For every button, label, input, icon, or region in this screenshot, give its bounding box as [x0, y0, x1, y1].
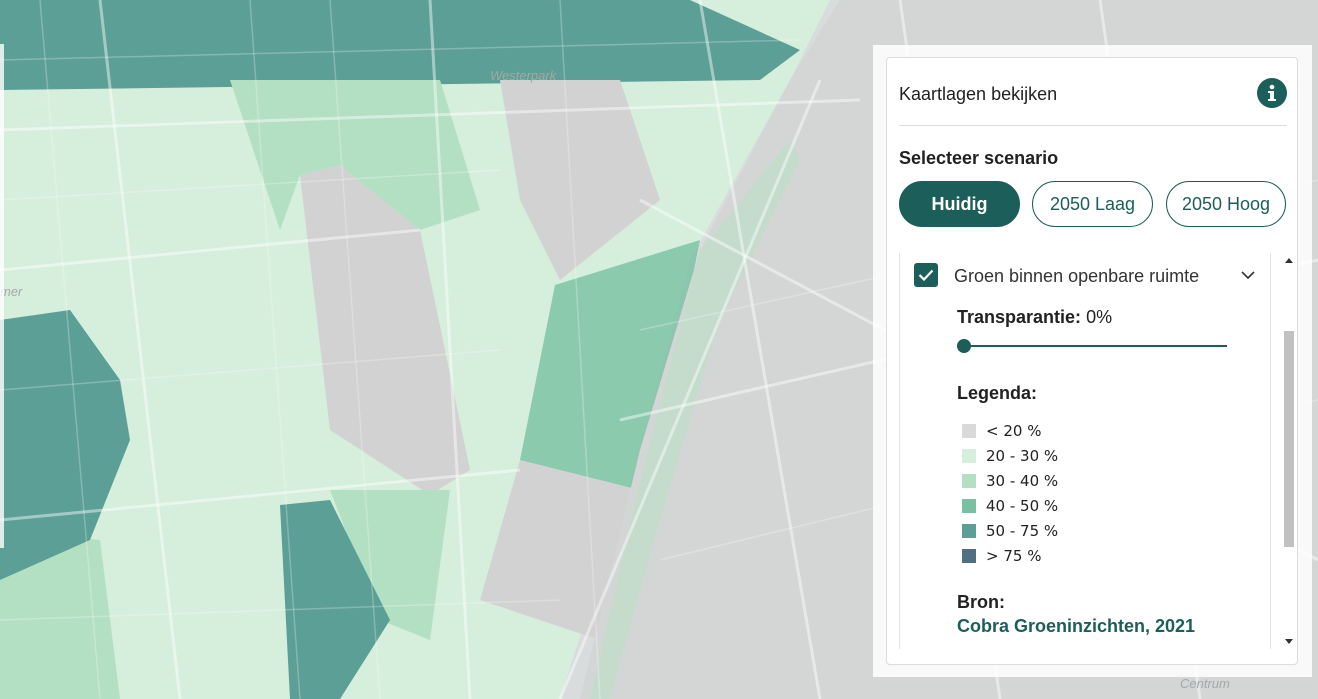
legend-swatch — [962, 423, 976, 438]
scroll-down-arrow-icon[interactable] — [1285, 639, 1293, 644]
transparency-value: 0% — [1086, 307, 1113, 327]
panel-title: Kaartlagen bekijken — [899, 84, 1058, 104]
info-icon — [1268, 84, 1276, 101]
source-label: Bron: — [957, 592, 1005, 612]
legend-swatch — [962, 498, 976, 513]
info-button[interactable] — [1257, 78, 1287, 108]
legend-label: 50 - 75 % — [986, 521, 1059, 540]
source-link[interactable]: Cobra Groeninzichten, 2021 — [957, 616, 1195, 637]
legend-label: > 75 % — [986, 546, 1042, 565]
scrollbar-thumb[interactable] — [1284, 331, 1294, 547]
legend-item: 40 - 50 % — [962, 493, 1058, 518]
layer-list-scrollbar[interactable] — [1283, 253, 1295, 649]
transparency-label: Transparantie: — [957, 307, 1082, 327]
legend: < 20 % 20 - 30 % 30 - 40 % 40 - 50 % 50 … — [962, 418, 1058, 568]
legend-item: 30 - 40 % — [962, 468, 1058, 493]
slider-track — [957, 345, 1227, 347]
legend-label: 20 - 30 % — [986, 446, 1059, 465]
scenario-button-2050-hoog[interactable]: 2050 Hoog — [1166, 181, 1286, 227]
legend-swatch — [962, 473, 976, 488]
scenario-button-2050-laag[interactable]: 2050 Laag — [1032, 181, 1153, 227]
legend-item: < 20 % — [962, 418, 1058, 443]
legend-swatch — [962, 548, 976, 563]
scenario-title: Selecteer scenario — [899, 148, 1059, 168]
legend-swatch — [962, 523, 976, 538]
transparency-slider[interactable] — [957, 339, 1227, 353]
map-label-centrum: Centrum — [1180, 676, 1230, 691]
scroll-up-arrow-icon[interactable] — [1285, 258, 1293, 263]
divider — [899, 125, 1287, 126]
legend-swatch — [962, 448, 976, 463]
layer-checkbox[interactable] — [914, 263, 938, 287]
legend-item: > 75 % — [962, 543, 1058, 568]
transparency-row: Transparantie: 0% — [957, 307, 1112, 328]
layers-panel: Kaartlagen bekijken Selecteer scenario H… — [886, 57, 1298, 665]
scenario-button-huidig[interactable]: Huidig — [899, 181, 1020, 227]
layer-list[interactable]: Groen binnen openbare ruimte Transparant… — [899, 253, 1271, 649]
chevron-down-icon[interactable] — [1240, 269, 1256, 281]
legend-label: < 20 % — [986, 421, 1042, 440]
legend-label: 30 - 40 % — [986, 471, 1059, 490]
legend-title: Legenda: — [957, 383, 1038, 403]
layer-name[interactable]: Groen binnen openbare ruimte — [954, 266, 1199, 287]
checkmark-icon — [918, 269, 934, 281]
legend-item: 20 - 30 % — [962, 443, 1058, 468]
legend-item: 50 - 75 % — [962, 518, 1058, 543]
legend-label: 40 - 50 % — [986, 496, 1059, 515]
slider-thumb[interactable] — [957, 339, 971, 353]
map-label-westerpark: Westerpark — [490, 68, 558, 83]
